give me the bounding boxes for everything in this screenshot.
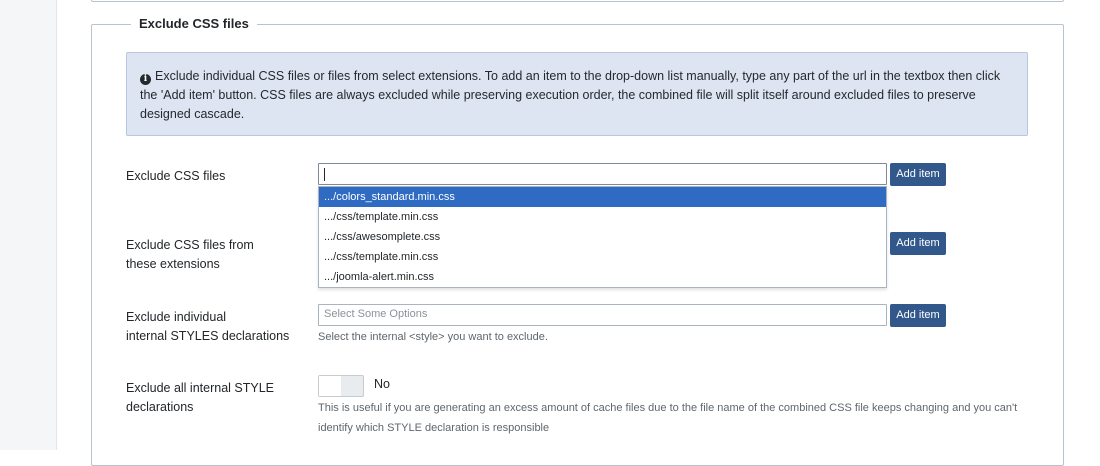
exclude-styles-label: Exclude individual internal STYLES decla… <box>126 308 289 346</box>
dropdown-item[interactable]: .../css/template.min.css <box>319 247 886 267</box>
previous-fieldset-border <box>91 0 1064 2</box>
exclude-styles-select[interactable]: Select Some Options <box>318 304 887 326</box>
exclude-all-styles-help: This is useful if you are generating an … <box>318 398 1017 438</box>
exclude-css-input[interactable] <box>318 163 887 185</box>
exclude-all-styles-help-line2: identify which STYLE declaration is resp… <box>318 422 550 434</box>
info-alert: i Exclude individual CSS files or files f… <box>126 52 1028 136</box>
exclude-all-styles-label-line2: declarations <box>126 400 194 414</box>
exclude-css-ext-label: Exclude CSS files from these extensions <box>126 236 254 274</box>
toggle-state-label: No <box>374 377 390 391</box>
info-icon: i <box>140 74 151 85</box>
exclude-css-label: Exclude CSS files <box>126 169 226 183</box>
exclude-styles-add-button[interactable]: Add item <box>890 304 946 327</box>
exclude-all-styles-label: Exclude all internal STYLE declarations <box>126 379 274 417</box>
dropdown-item[interactable]: .../joomla-alert.min.css <box>319 267 886 287</box>
exclude-styles-help: Select the internal <style> you want to … <box>318 331 548 343</box>
toggle-knob <box>319 376 341 396</box>
exclude-all-styles-help-line1: This is useful if you are generating an … <box>318 402 1018 414</box>
dropdown-item[interactable]: .../css/template.min.css <box>319 207 886 227</box>
exclude-css-ext-label-line1: Exclude CSS files from <box>126 238 254 252</box>
exclude-all-styles-label-line1: Exclude all internal STYLE <box>126 381 274 395</box>
exclude-css-ext-label-line2: these extensions <box>126 257 220 271</box>
left-sidebar-strip <box>0 0 57 450</box>
dropdown-item[interactable]: .../css/awesomplete.css <box>319 227 886 247</box>
dropdown-item[interactable]: .../colors_standard.min.css <box>319 187 886 207</box>
exclude-styles-placeholder: Select Some Options <box>324 308 428 320</box>
exclude-styles-label-line1: Exclude individual <box>126 310 227 324</box>
fieldset-legend: Exclude CSS files <box>131 16 257 31</box>
exclude-styles-label-line2: internal STYLES declarations <box>126 329 290 343</box>
exclude-css-add-button[interactable]: Add item <box>890 163 946 186</box>
exclude-css-dropdown[interactable]: .../colors_standard.min.css .../css/temp… <box>318 186 887 288</box>
exclude-css-ext-add-button[interactable]: Add item <box>890 232 946 255</box>
text-caret <box>324 168 325 181</box>
exclude-all-styles-toggle[interactable] <box>318 375 364 397</box>
info-text: Exclude individual CSS files or files fr… <box>140 69 1001 121</box>
